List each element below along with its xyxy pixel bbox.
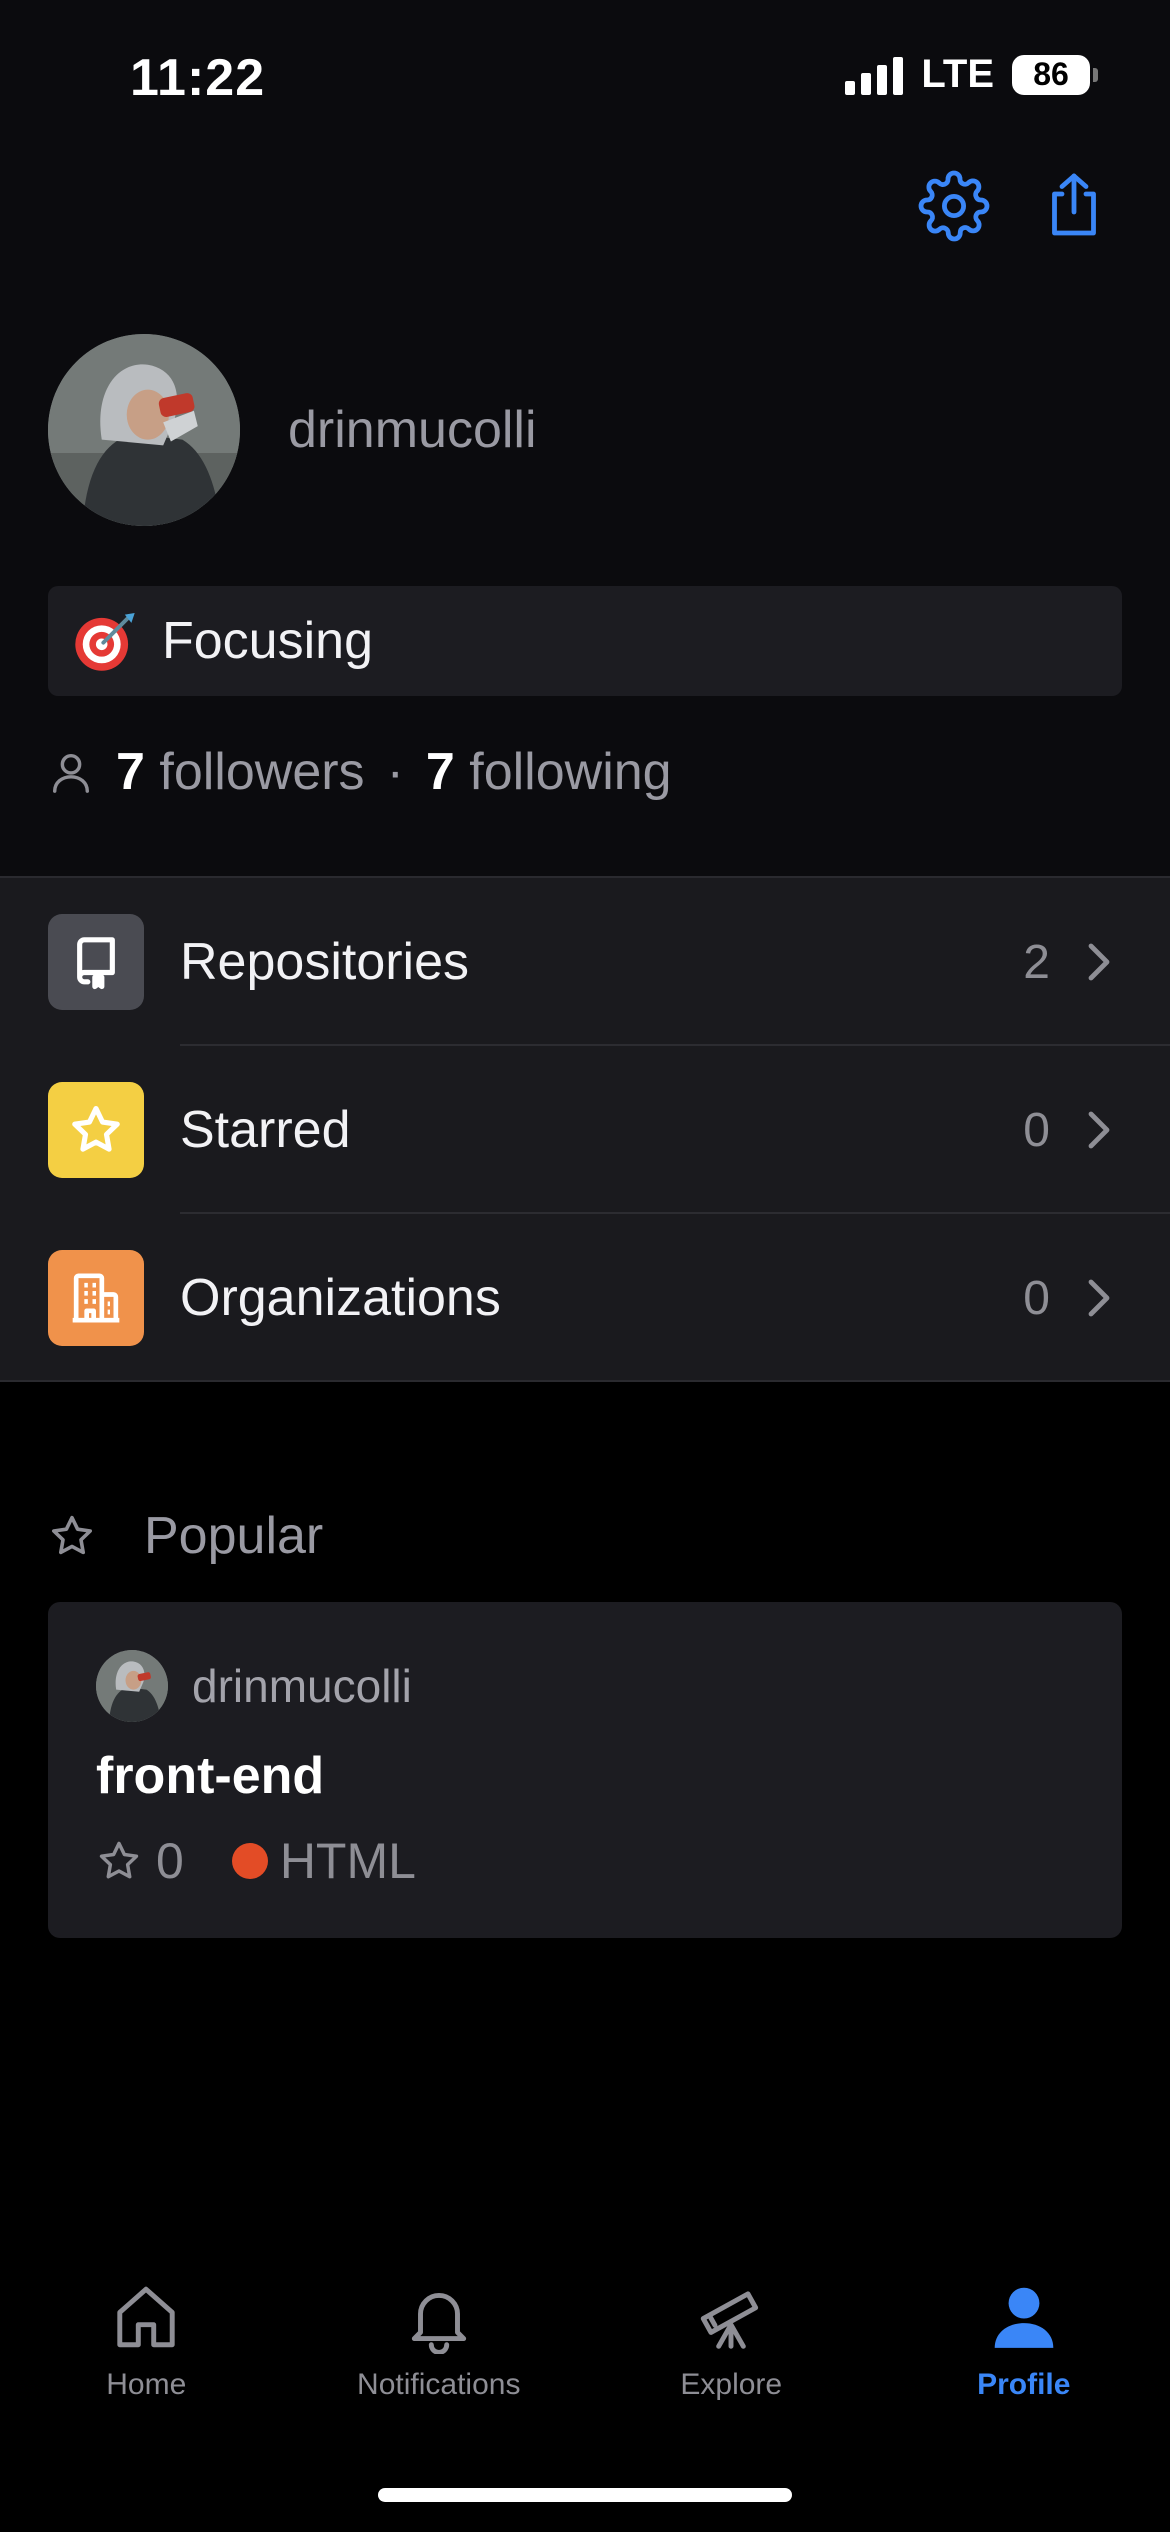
language-color-dot (231, 1843, 268, 1879)
menu-item-label: Organizations (180, 1269, 501, 1327)
menu-item-count: 0 (1023, 1271, 1050, 1325)
tab-bar: Home Notifications Explore Profile (0, 2280, 1170, 2402)
network-type: LTE (921, 52, 994, 96)
owner-avatar (96, 1650, 168, 1722)
tab-home[interactable]: Home (0, 2280, 293, 2402)
gear-icon (918, 170, 990, 242)
share-icon (1052, 173, 1096, 236)
person-outline-icon (52, 753, 90, 793)
organization-icon (72, 1273, 120, 1323)
menu-item-starred[interactable]: Starred 0 (0, 1046, 1170, 1214)
repo-icon (77, 937, 115, 990)
tab-notifications[interactable]: Notifications (293, 2280, 586, 2402)
menu-item-label: Repositories (180, 933, 470, 991)
chevron-right-icon (1088, 943, 1110, 981)
following-label: following (469, 743, 672, 801)
telescope-icon (701, 2291, 759, 2349)
tab-explore[interactable]: Explore (585, 2280, 878, 2402)
dart-target-emoji-icon (75, 612, 135, 671)
star-icon-badge (48, 1082, 144, 1178)
person-icon (994, 2287, 1054, 2348)
star-outline-icon (99, 1841, 139, 1879)
organization-icon-badge (48, 1250, 144, 1346)
menu-item-repositories[interactable]: Repositories 2 (0, 878, 1170, 1046)
bell-icon (411, 2293, 466, 2354)
repo-icon-badge (48, 914, 144, 1010)
battery-icon: 86 (1012, 54, 1098, 95)
status-text: Focusing (162, 612, 373, 670)
profile-screen: 11:22 LTE 86 drinmucolli Focusing 7 foll… (0, 0, 1170, 2532)
settings-button[interactable] (914, 166, 994, 246)
avatar-photo (48, 334, 240, 526)
repo-name: front-end (96, 1747, 325, 1805)
tab-profile[interactable]: Profile (878, 2280, 1170, 2402)
status-time: 11:22 (130, 49, 266, 107)
followers-link[interactable]: 7 followers (116, 742, 365, 802)
status-indicators: LTE 86 (845, 52, 1098, 97)
username: drinmucolli (288, 401, 537, 459)
following-link[interactable]: 7 following (426, 742, 672, 802)
following-count: 7 (425, 743, 455, 801)
tab-label: Home (106, 2368, 187, 2401)
tab-label: Notifications (357, 2368, 521, 2401)
user-status[interactable]: Focusing (48, 586, 1122, 696)
followers-label: followers (159, 743, 365, 801)
signal-icon (845, 55, 904, 95)
chevron-right-icon (1088, 1279, 1110, 1317)
menu-item-organizations[interactable]: Organizations 0 (0, 1214, 1170, 1382)
follow-separator: · (386, 743, 404, 801)
star-icon (72, 1105, 120, 1152)
repo-owner: drinmucolli (96, 1650, 412, 1722)
tab-label: Explore (680, 2368, 783, 2401)
battery-level: 86 (1033, 56, 1069, 92)
home-indicator[interactable] (378, 2488, 792, 2502)
owner-avatar-photo (96, 1650, 168, 1722)
avatar[interactable] (48, 334, 240, 526)
popular-repo-card[interactable]: drinmucolli front-end 0 HTML (48, 1602, 1122, 1938)
home-icon (117, 2286, 175, 2348)
follow-stats: 7 followers · 7 following (48, 742, 672, 802)
chevron-right-icon (1088, 1111, 1110, 1149)
repo-owner-name: drinmucolli (192, 1660, 412, 1712)
menu-item-label: Starred (180, 1101, 351, 1159)
popular-title: Popular (144, 1507, 324, 1565)
profile-menu-list: Repositories 2 Starred 0 Organizations 0 (0, 876, 1170, 1382)
menu-item-count: 2 (1023, 935, 1050, 989)
repo-meta: 0 HTML (96, 1832, 416, 1890)
menu-item-count: 0 (1023, 1103, 1050, 1157)
star-outline-icon (52, 1515, 92, 1555)
popular-section-header: Popular (48, 1506, 323, 1566)
repo-stars: 0 (156, 1833, 184, 1889)
followers-count: 7 (116, 743, 145, 801)
repo-language: HTML (279, 1833, 416, 1889)
share-button[interactable] (1034, 166, 1114, 246)
tab-label: Profile (977, 2368, 1071, 2401)
